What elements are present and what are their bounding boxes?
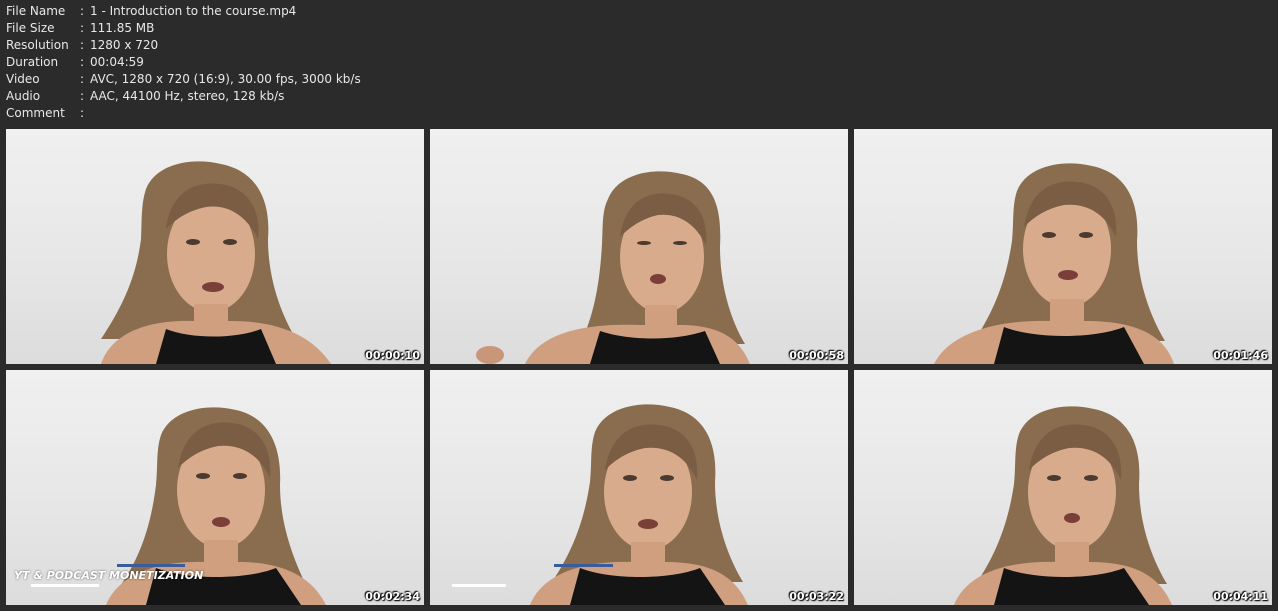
info-row-video: Video : AVC, 1280 x 720 (16:9), 30.00 fp… <box>6 71 361 88</box>
video-thumbnail[interactable]: 00:01:46 <box>854 129 1272 364</box>
video-thumbnail[interactable]: 00:03:22 <box>430 370 848 605</box>
info-separator: : <box>80 89 85 103</box>
underline-bar <box>31 584 99 587</box>
info-label: File Size <box>6 21 55 35</box>
info-separator: : <box>80 21 85 35</box>
accent-bar <box>117 564 185 567</box>
info-value: 00:04:59 <box>90 55 144 69</box>
info-row-file-name: File Name : 1 - Introduction to the cour… <box>6 3 361 20</box>
file-info-panel: File Name : 1 - Introduction to the cour… <box>6 3 361 122</box>
info-value: AAC, 44100 Hz, stereo, 128 kb/s <box>90 89 285 103</box>
info-value: 1280 x 720 <box>90 38 159 52</box>
person-frame-image <box>101 161 331 364</box>
info-row-audio: Audio : AAC, 44100 Hz, stereo, 128 kb/s <box>6 88 361 105</box>
person-frame-image <box>934 163 1174 364</box>
video-thumbnail[interactable]: 00:00:10 <box>6 129 424 364</box>
info-row-comment: Comment : <box>6 105 361 122</box>
video-thumbnail[interactable]: 00:04:11 <box>854 370 1272 605</box>
info-separator: : <box>80 38 85 52</box>
info-separator: : <box>80 55 85 69</box>
info-row-file-size: File Size : 111.85 MB <box>6 20 361 37</box>
video-thumbnail[interactable]: YT & PODCAST MONETIZATION 00:02:34 <box>6 370 424 605</box>
underline-bar <box>452 584 506 587</box>
thumbnail-timestamp: 00:01:46 <box>1213 349 1268 362</box>
info-label: File Name <box>6 4 66 18</box>
info-value: 111.85 MB <box>90 21 155 35</box>
person-frame-image <box>476 171 750 364</box>
thumbnail-timestamp: 00:00:58 <box>789 349 844 362</box>
info-row-duration: Duration : 00:04:59 <box>6 54 361 71</box>
info-value: 1 - Introduction to the course.mp4 <box>90 4 297 18</box>
info-value: AVC, 1280 x 720 (16:9), 30.00 fps, 3000 … <box>90 72 361 86</box>
thumbnail-timestamp: 00:04:11 <box>1213 590 1268 603</box>
thumbnail-timestamp: 00:02:34 <box>365 590 420 603</box>
info-separator: : <box>80 106 85 120</box>
info-label: Resolution <box>6 38 69 52</box>
thumbnail-timestamp: 00:03:22 <box>789 590 844 603</box>
person-frame-image <box>954 406 1172 605</box>
info-separator: : <box>80 4 85 18</box>
accent-bar <box>554 564 613 567</box>
person-frame-image <box>530 404 748 605</box>
info-label: Video <box>6 72 40 86</box>
info-label: Duration <box>6 55 59 69</box>
video-thumbnail[interactable]: 00:00:58 <box>430 129 848 364</box>
info-row-resolution: Resolution : 1280 x 720 <box>6 37 361 54</box>
title-overlay: YT & PODCAST MONETIZATION <box>14 569 204 582</box>
info-label: Comment <box>6 106 65 120</box>
thumbnail-timestamp: 00:00:10 <box>365 349 420 362</box>
info-label: Audio <box>6 89 41 103</box>
info-separator: : <box>80 72 85 86</box>
